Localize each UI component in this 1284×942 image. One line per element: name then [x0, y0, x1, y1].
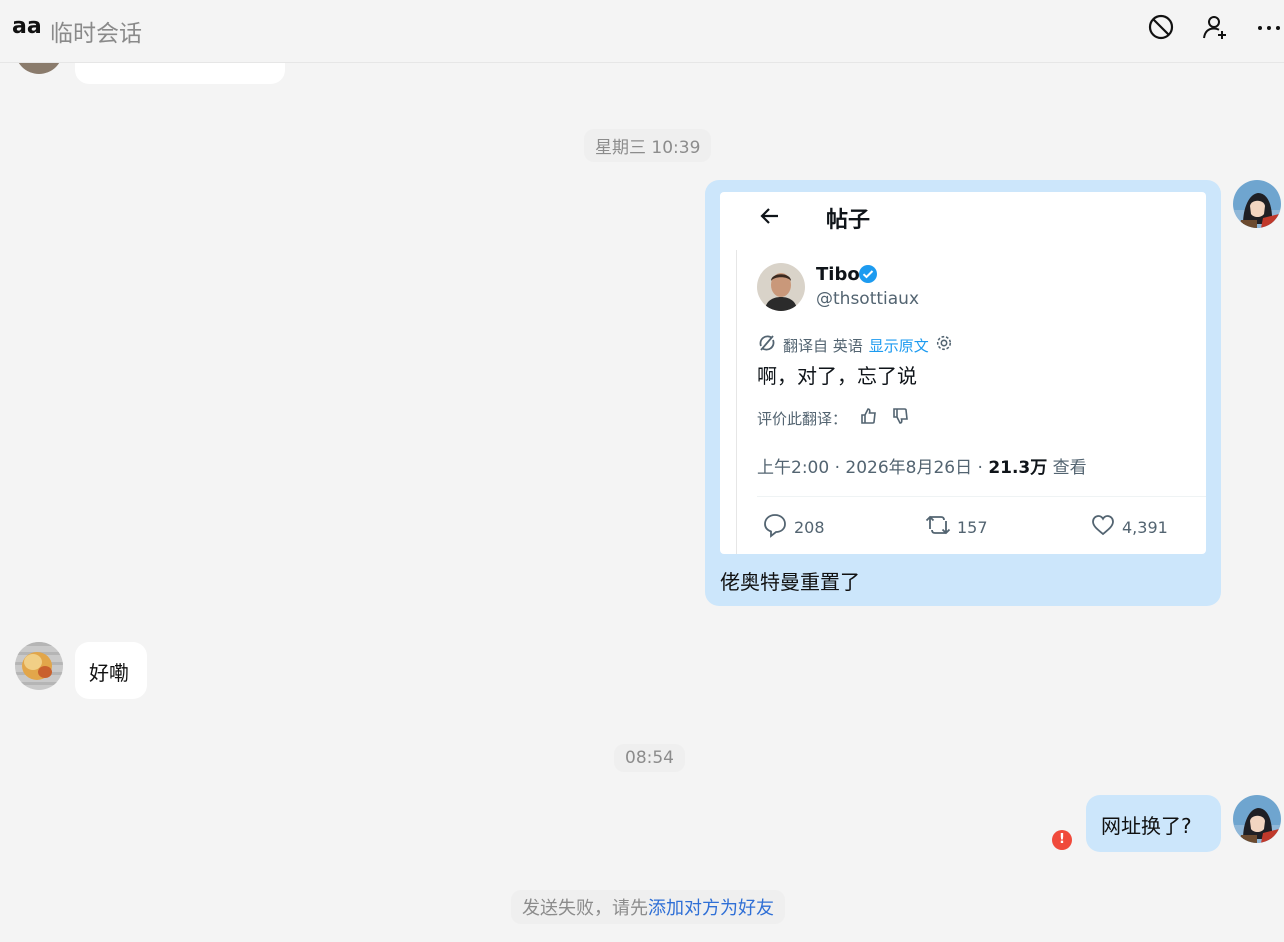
rate-translation-label: 评价此翻译： — [757, 409, 848, 428]
send-failed-notice: 发送失败，请先添加对方为好友 — [511, 890, 785, 924]
add-friend-link[interactable]: 添加对方为好友 — [648, 898, 774, 919]
incoming-message-text: 好嘞 — [89, 661, 129, 685]
reply-stat: 208 — [762, 512, 825, 542]
timestamp-separator: 08:54 — [614, 744, 685, 772]
self-avatar[interactable] — [1233, 795, 1281, 843]
send-failed-icon[interactable]: ! — [1052, 830, 1072, 850]
contact-avatar[interactable] — [15, 642, 63, 690]
tweet-screenshot-card[interactable]: 帖子 Tibo @thsottiaux 翻译自 英语 显示原文 啊，对了，忘了说… — [720, 192, 1206, 554]
chat-header: aa 临时会话 — [0, 0, 1284, 63]
add-friend-icon[interactable] — [1200, 12, 1230, 42]
translated-from-label: 翻译自 英语 — [783, 336, 863, 355]
more-icon[interactable] — [1254, 12, 1284, 42]
reply-icon — [762, 512, 788, 542]
like-count: 4,391 — [1122, 517, 1168, 537]
session-type-label: 临时会话 — [50, 21, 142, 47]
retweet-count: 157 — [957, 517, 988, 537]
heart-icon — [1090, 512, 1116, 542]
retweet-stat: 157 — [925, 512, 988, 542]
incoming-message-bubble[interactable]: 好嘞 — [75, 642, 147, 699]
outgoing-caption[interactable]: 佬奥特曼重置了 — [720, 566, 860, 595]
outgoing-message-text: 网址换了? — [1101, 814, 1192, 838]
tweet-views-count: 21.3万 — [988, 458, 1048, 478]
thumbs-up-icon — [859, 406, 879, 430]
verified-badge-icon — [858, 264, 878, 284]
contact-name[interactable]: aa — [12, 14, 42, 39]
settings-gear-icon — [935, 334, 953, 356]
tweet-author-handle: @thsottiaux — [816, 289, 920, 309]
tweet-divider — [757, 496, 1206, 497]
notice-text: 发送失败，请先 — [522, 898, 648, 919]
retweet-icon — [925, 512, 951, 542]
block-icon[interactable] — [1146, 12, 1176, 42]
timestamp-separator: 星期三 10:39 — [584, 129, 712, 162]
translate-icon — [757, 333, 777, 357]
outgoing-message-bubble[interactable]: 网址换了? — [1086, 795, 1221, 852]
thumbs-down-icon — [891, 406, 911, 430]
rate-translation-row: 评价此翻译： — [757, 406, 911, 430]
tweet-content: 啊，对了，忘了说 — [757, 364, 917, 388]
tweet-author-avatar — [757, 263, 805, 311]
thread-line — [736, 250, 737, 554]
tweet-author-name: Tibo — [816, 264, 860, 285]
self-avatar[interactable] — [1233, 180, 1281, 228]
tweet-page-title: 帖子 — [826, 208, 871, 233]
show-original-link: 显示原文 — [868, 336, 929, 355]
back-arrow-icon — [758, 204, 782, 228]
like-stat: 4,391 — [1090, 512, 1168, 542]
tweet-views-label: 查看 — [1047, 458, 1087, 478]
translation-row: 翻译自 英语 显示原文 — [757, 333, 953, 357]
tweet-timestamp: 上午2:00 · 2026年8月26日 · — [757, 458, 989, 478]
tweet-meta-line: 上午2:00 · 2026年8月26日 · 21.3万 查看 — [757, 453, 1087, 478]
reply-count: 208 — [794, 517, 825, 537]
